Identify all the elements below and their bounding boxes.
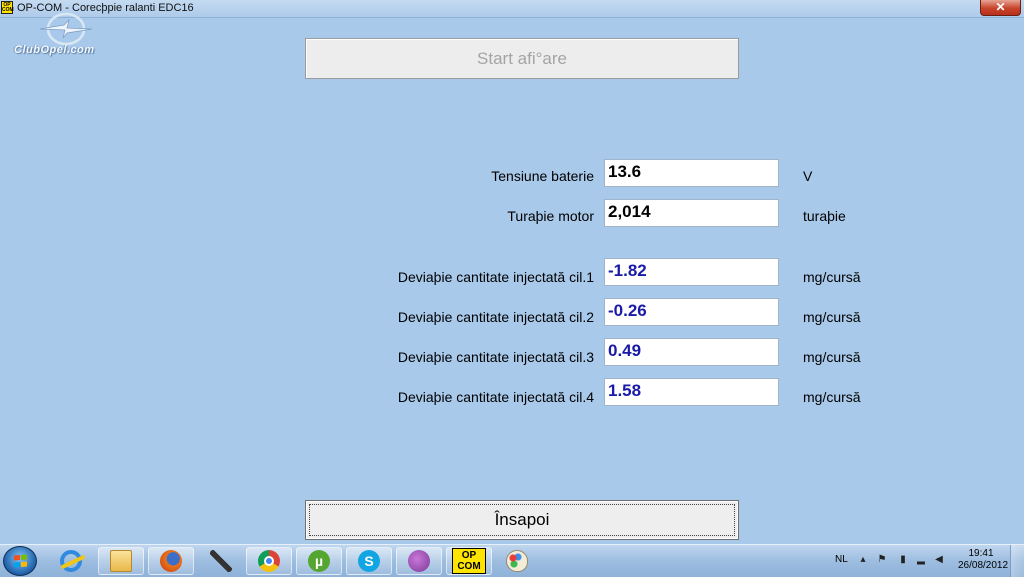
close-button[interactable]: ✕ xyxy=(980,0,1021,16)
cyl1-deviation-value: -1.82 xyxy=(604,258,779,286)
windows-start-button[interactable] xyxy=(3,546,37,576)
windows-logo-icon xyxy=(14,554,27,568)
clock-time: 19:41 xyxy=(968,548,994,559)
logo-text: ClubOpel.com xyxy=(14,44,95,56)
internet-explorer-icon xyxy=(60,550,82,572)
taskbar-skype[interactable]: S xyxy=(346,547,392,575)
skype-icon: S xyxy=(358,550,380,572)
taskbar-file-explorer[interactable] xyxy=(98,547,144,575)
cyl3-deviation-label: Deviaþie cantitate injectată cil.3 xyxy=(397,349,594,365)
battery-icon[interactable]: ▮ xyxy=(898,555,908,565)
cyl2-deviation-unit: mg/cursă xyxy=(803,309,861,325)
taskbar-op-com[interactable]: OP COM xyxy=(446,547,492,575)
focus-rectangle xyxy=(309,504,735,536)
cyl4-deviation-unit: mg/cursă xyxy=(803,389,861,405)
close-icon: ✕ xyxy=(995,0,1006,14)
cyl1-deviation-label: Deviaþie cantitate injectată cil.1 xyxy=(397,269,594,285)
cyl4-deviation-label: Deviaþie cantitate injectată cil.4 xyxy=(397,389,594,405)
action-center-flag-icon[interactable]: ⚑ xyxy=(877,555,887,565)
network-signal-icon[interactable]: ▂ xyxy=(916,555,926,565)
battery-voltage-label: Tensiune baterie xyxy=(491,168,594,184)
engine-rpm-value: 2,014 xyxy=(604,199,779,227)
show-hidden-icons-icon[interactable]: ▴ xyxy=(858,555,868,565)
taskbar-messenger[interactable] xyxy=(396,547,442,575)
taskbar: µ S OP COM NL ▴ ⚑ ▮ ▂ ◀ 19:41 26/08/2012 xyxy=(0,544,1024,577)
tool-icon xyxy=(210,550,232,572)
cyl3-deviation-unit: mg/cursă xyxy=(803,349,861,365)
volume-icon[interactable]: ◀ xyxy=(934,555,944,565)
show-desktop-button[interactable] xyxy=(1010,545,1024,577)
taskbar-firefox[interactable] xyxy=(148,547,194,575)
messenger-icon xyxy=(408,550,430,572)
cyl3-deviation-value: 0.49 xyxy=(604,338,779,366)
taskbar-chrome[interactable] xyxy=(246,547,292,575)
engine-rpm-unit: turaþie xyxy=(803,208,846,224)
taskbar-paint[interactable] xyxy=(494,547,540,575)
system-clock[interactable]: 19:41 26/08/2012 xyxy=(958,548,1009,572)
opel-logo-icon xyxy=(39,12,93,46)
engine-rpm-label: Turaþie motor xyxy=(507,208,594,224)
taskbar-tool[interactable] xyxy=(198,547,244,575)
title-bar: OP COM OP-COM - Corecþpie ralanti EDC16 … xyxy=(0,0,1024,18)
taskbar-internet-explorer[interactable] xyxy=(48,547,94,575)
battery-voltage-unit: V xyxy=(803,168,813,184)
firefox-icon xyxy=(160,550,182,572)
start-display-button[interactable]: Start afi°are xyxy=(305,38,739,79)
clock-date: 26/08/2012 xyxy=(958,560,1009,571)
utorrent-icon: µ xyxy=(308,550,330,572)
taskbar-utorrent[interactable]: µ xyxy=(296,547,342,575)
cyl4-deviation-value: 1.58 xyxy=(604,378,779,406)
cyl2-deviation-label: Deviaþie cantitate injectată cil.2 xyxy=(397,309,594,325)
cyl2-deviation-value: -0.26 xyxy=(604,298,779,326)
cyl1-deviation-unit: mg/cursă xyxy=(803,269,861,285)
opcom-icon: OP COM xyxy=(452,548,486,574)
battery-voltage-value: 13.6 xyxy=(604,159,779,187)
paint-icon xyxy=(506,550,528,572)
language-indicator[interactable]: NL xyxy=(835,554,848,565)
clubopel-logo: ClubOpel.com xyxy=(14,12,114,62)
back-button[interactable]: Însapoi xyxy=(305,500,739,540)
folder-icon xyxy=(110,550,132,572)
chrome-icon xyxy=(258,550,280,572)
opcom-app-icon: OP COM xyxy=(1,1,14,14)
